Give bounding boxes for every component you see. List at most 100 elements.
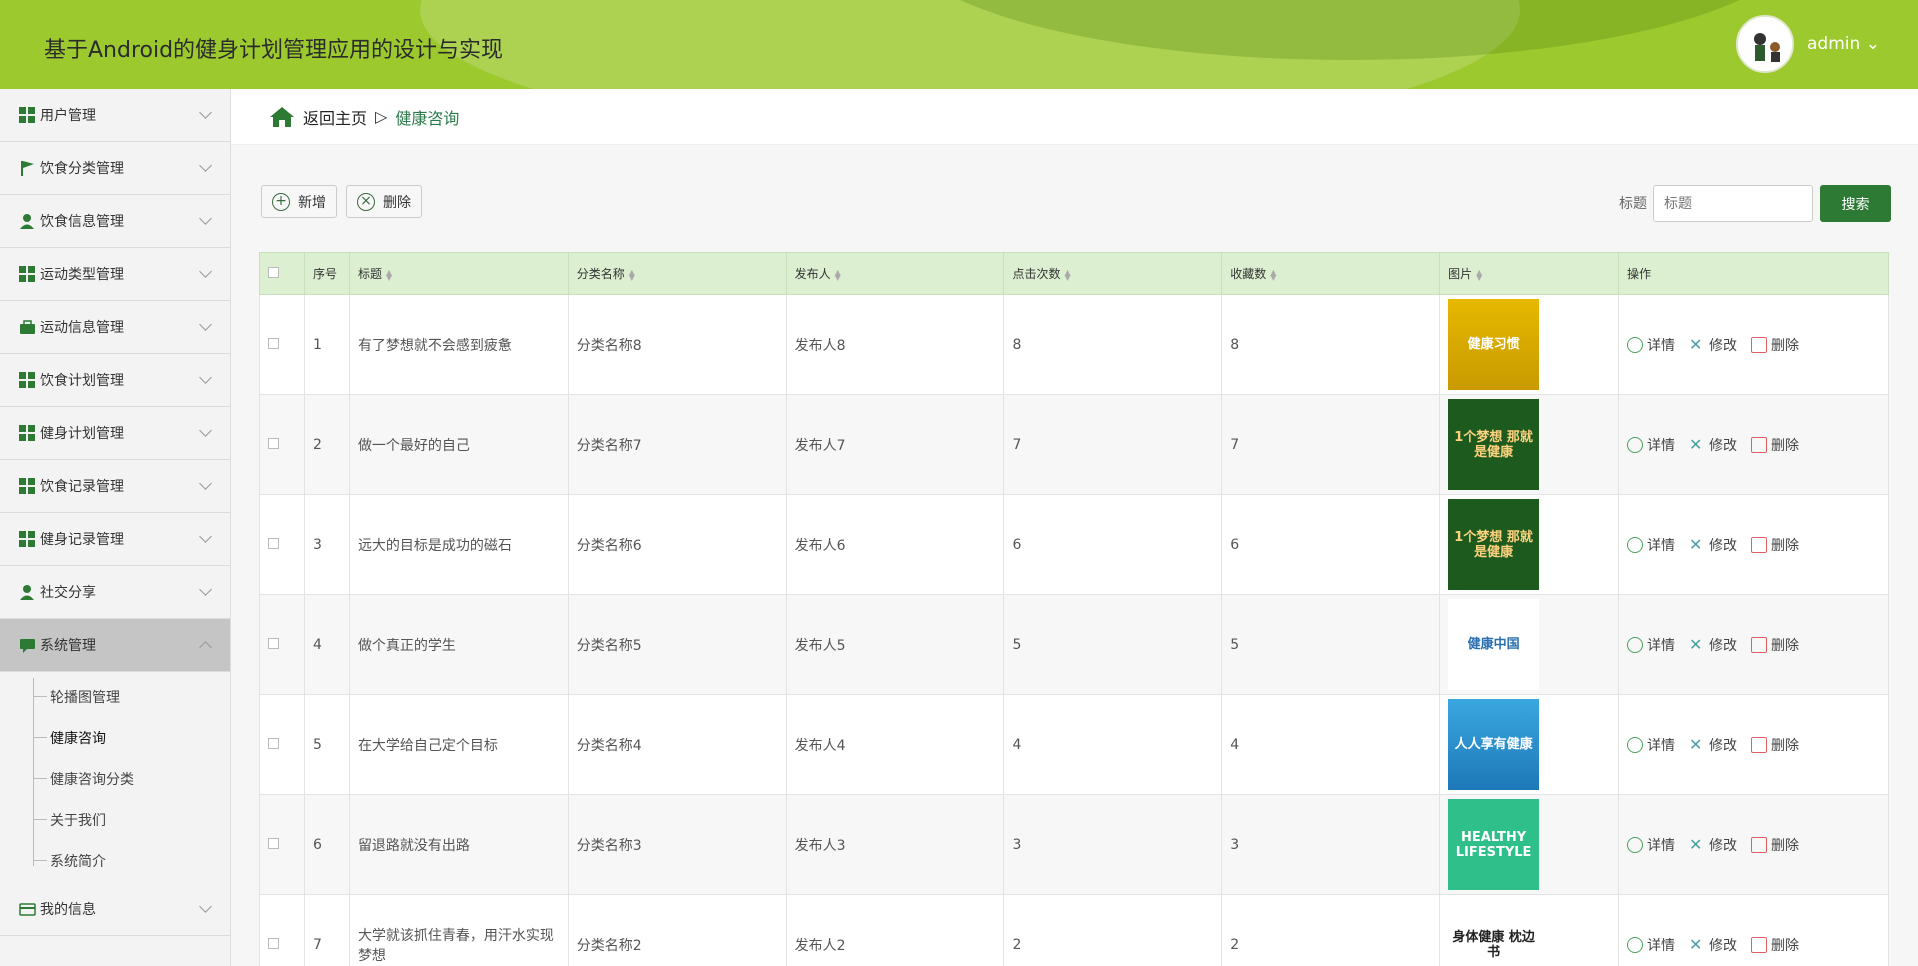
cell-no: 1 [303, 294, 350, 395]
column-header-3[interactable]: 发布人 ▲ ▼ [785, 252, 1005, 295]
sort-icon[interactable]: ▲ ▼ [629, 268, 635, 281]
sidebar-item-label: 饮食信息管理 [40, 214, 124, 230]
title-search-input[interactable] [1653, 185, 1813, 222]
detail-icon [1627, 436, 1644, 453]
submenu-item-2[interactable]: 健康咨询分类 [0, 758, 230, 799]
delete-row-button[interactable]: 删除 [1751, 835, 1799, 855]
column-header-2[interactable]: 分类名称 ▲ ▼ [567, 252, 787, 295]
sidebar-item-2[interactable]: 饮食信息管理 [0, 195, 230, 248]
submenu-item-4[interactable]: 系统简介 [0, 840, 230, 881]
submenu-item-1[interactable]: 健康咨询 [0, 717, 230, 758]
thumbnail-image[interactable]: 1个梦想 那就是健康 [1448, 399, 1540, 490]
sort-icon[interactable]: ▲ ▼ [1270, 268, 1276, 281]
select-all-checkbox[interactable] [268, 266, 279, 278]
cell-no: 3 [303, 494, 350, 595]
edit-icon [1689, 737, 1705, 753]
edit-button[interactable]: 修改 [1689, 735, 1737, 755]
sidebar-item-8[interactable]: 健身记录管理 [0, 513, 230, 566]
edit-button[interactable]: 修改 [1689, 835, 1737, 855]
home-icon[interactable] [269, 106, 295, 128]
detail-button[interactable]: 详情 [1627, 935, 1675, 955]
user-icon [19, 213, 36, 230]
chevron-icon [199, 477, 212, 490]
row-checkbox[interactable] [268, 437, 279, 449]
delete-row-button[interactable]: 删除 [1751, 535, 1799, 555]
row-checkbox[interactable] [268, 837, 279, 849]
edit-button[interactable]: 修改 [1689, 935, 1737, 955]
row-checkbox[interactable] [268, 337, 279, 349]
sort-icon[interactable]: ▲ ▼ [1064, 268, 1070, 281]
cell-title: 在大学给自己定个目标 [348, 694, 569, 795]
detail-button[interactable]: 详情 [1627, 835, 1675, 855]
edit-icon [1689, 437, 1705, 453]
column-header-1[interactable]: 标题 ▲ ▼ [348, 252, 569, 295]
edit-button[interactable]: 修改 [1689, 335, 1737, 355]
detail-button[interactable]: 详情 [1627, 535, 1675, 555]
sort-icon[interactable]: ▲ ▼ [1476, 268, 1482, 281]
sidebar-item-5[interactable]: 饮食计划管理 [0, 354, 230, 407]
column-header-4[interactable]: 点击次数 ▲ ▼ [1003, 252, 1223, 295]
thumbnail-image[interactable]: 1个梦想 那就是健康 [1448, 499, 1540, 590]
sidebar-item-7[interactable]: 饮食记录管理 [0, 460, 230, 513]
edit-button[interactable]: 修改 [1689, 435, 1737, 455]
submenu-item-0[interactable]: 轮播图管理 [0, 676, 230, 717]
sort-icon[interactable]: ▲ ▼ [835, 268, 841, 281]
cell-title: 做个真正的学生 [348, 594, 569, 695]
detail-icon [1627, 936, 1644, 953]
select-all-cell[interactable] [259, 252, 305, 295]
sort-icon[interactable]: ▲ ▼ [386, 268, 392, 281]
row-checkbox[interactable] [268, 937, 279, 949]
column-header-6[interactable]: 图片 ▲ ▼ [1439, 252, 1620, 295]
row-checkbox[interactable] [268, 537, 279, 549]
thumbnail-image[interactable]: 健康中国 [1448, 599, 1540, 690]
thumbnail-image[interactable]: 人人享有健康 [1448, 699, 1540, 790]
delete-button[interactable]: × 删除 [346, 185, 422, 218]
cell-category: 分类名称3 [567, 794, 787, 895]
submenu-item-3[interactable]: 关于我们 [0, 799, 230, 840]
table-row: 3远大的目标是成功的磁石分类名称6发布人6661个梦想 那就是健康详情修改删除 [259, 494, 1889, 595]
breadcrumb-home[interactable]: 返回主页 [303, 105, 367, 129]
detail-button[interactable]: 详情 [1627, 335, 1675, 355]
edit-icon [1689, 937, 1705, 953]
detail-icon [1627, 336, 1644, 353]
column-header-5[interactable]: 收藏数 ▲ ▼ [1221, 252, 1441, 295]
sidebar-item-my-info[interactable]: 我的信息 [0, 883, 230, 936]
thumbnail-image[interactable]: 健康习惯 [1448, 299, 1540, 390]
grid-icon [19, 477, 36, 495]
edit-button[interactable]: 修改 [1689, 535, 1737, 555]
cell-favorites: 5 [1221, 594, 1441, 695]
delete-row-button[interactable]: 删除 [1751, 435, 1799, 455]
detail-button[interactable]: 详情 [1627, 435, 1675, 455]
sidebar-item-4[interactable]: 运动信息管理 [0, 301, 230, 354]
chevron-icon [199, 371, 212, 384]
delete-row-button[interactable]: 删除 [1751, 635, 1799, 655]
delete-row-button[interactable]: 删除 [1751, 735, 1799, 755]
edit-button[interactable]: 修改 [1689, 635, 1737, 655]
detail-button[interactable]: 详情 [1627, 635, 1675, 655]
add-button[interactable]: + 新增 [261, 185, 337, 218]
sidebar-item-1[interactable]: 饮食分类管理 [0, 142, 230, 195]
sidebar-item-6[interactable]: 健身计划管理 [0, 407, 230, 460]
user-icon [19, 584, 36, 601]
sidebar-item-9[interactable]: 社交分享 [0, 566, 230, 619]
thumbnail-image[interactable]: HEALTHY LIFESTYLE [1448, 799, 1540, 890]
trash-icon [1751, 336, 1768, 353]
delete-row-button[interactable]: 删除 [1751, 935, 1799, 955]
avatar[interactable] [1736, 15, 1794, 73]
search-button[interactable]: 搜索 [1820, 185, 1891, 222]
sidebar-item-10[interactable]: 系统管理 [0, 619, 230, 672]
delete-row-button[interactable]: 删除 [1751, 335, 1799, 355]
user-menu[interactable]: admin ⌄ [1807, 34, 1880, 54]
grid-icon [19, 530, 36, 548]
sidebar-item-label: 社交分享 [40, 585, 96, 601]
chevron-icon [199, 318, 212, 331]
sidebar-item-0[interactable]: 用户管理 [0, 89, 230, 142]
plus-icon: + [272, 192, 290, 211]
row-checkbox[interactable] [268, 737, 279, 749]
row-checkbox[interactable] [268, 637, 279, 649]
detail-button[interactable]: 详情 [1627, 735, 1675, 755]
cell-title: 远大的目标是成功的磁石 [348, 494, 569, 595]
sidebar-item-3[interactable]: 运动类型管理 [0, 248, 230, 301]
thumbnail-image[interactable]: 身体健康 枕边书 [1448, 899, 1540, 966]
chevron-icon [199, 265, 212, 278]
